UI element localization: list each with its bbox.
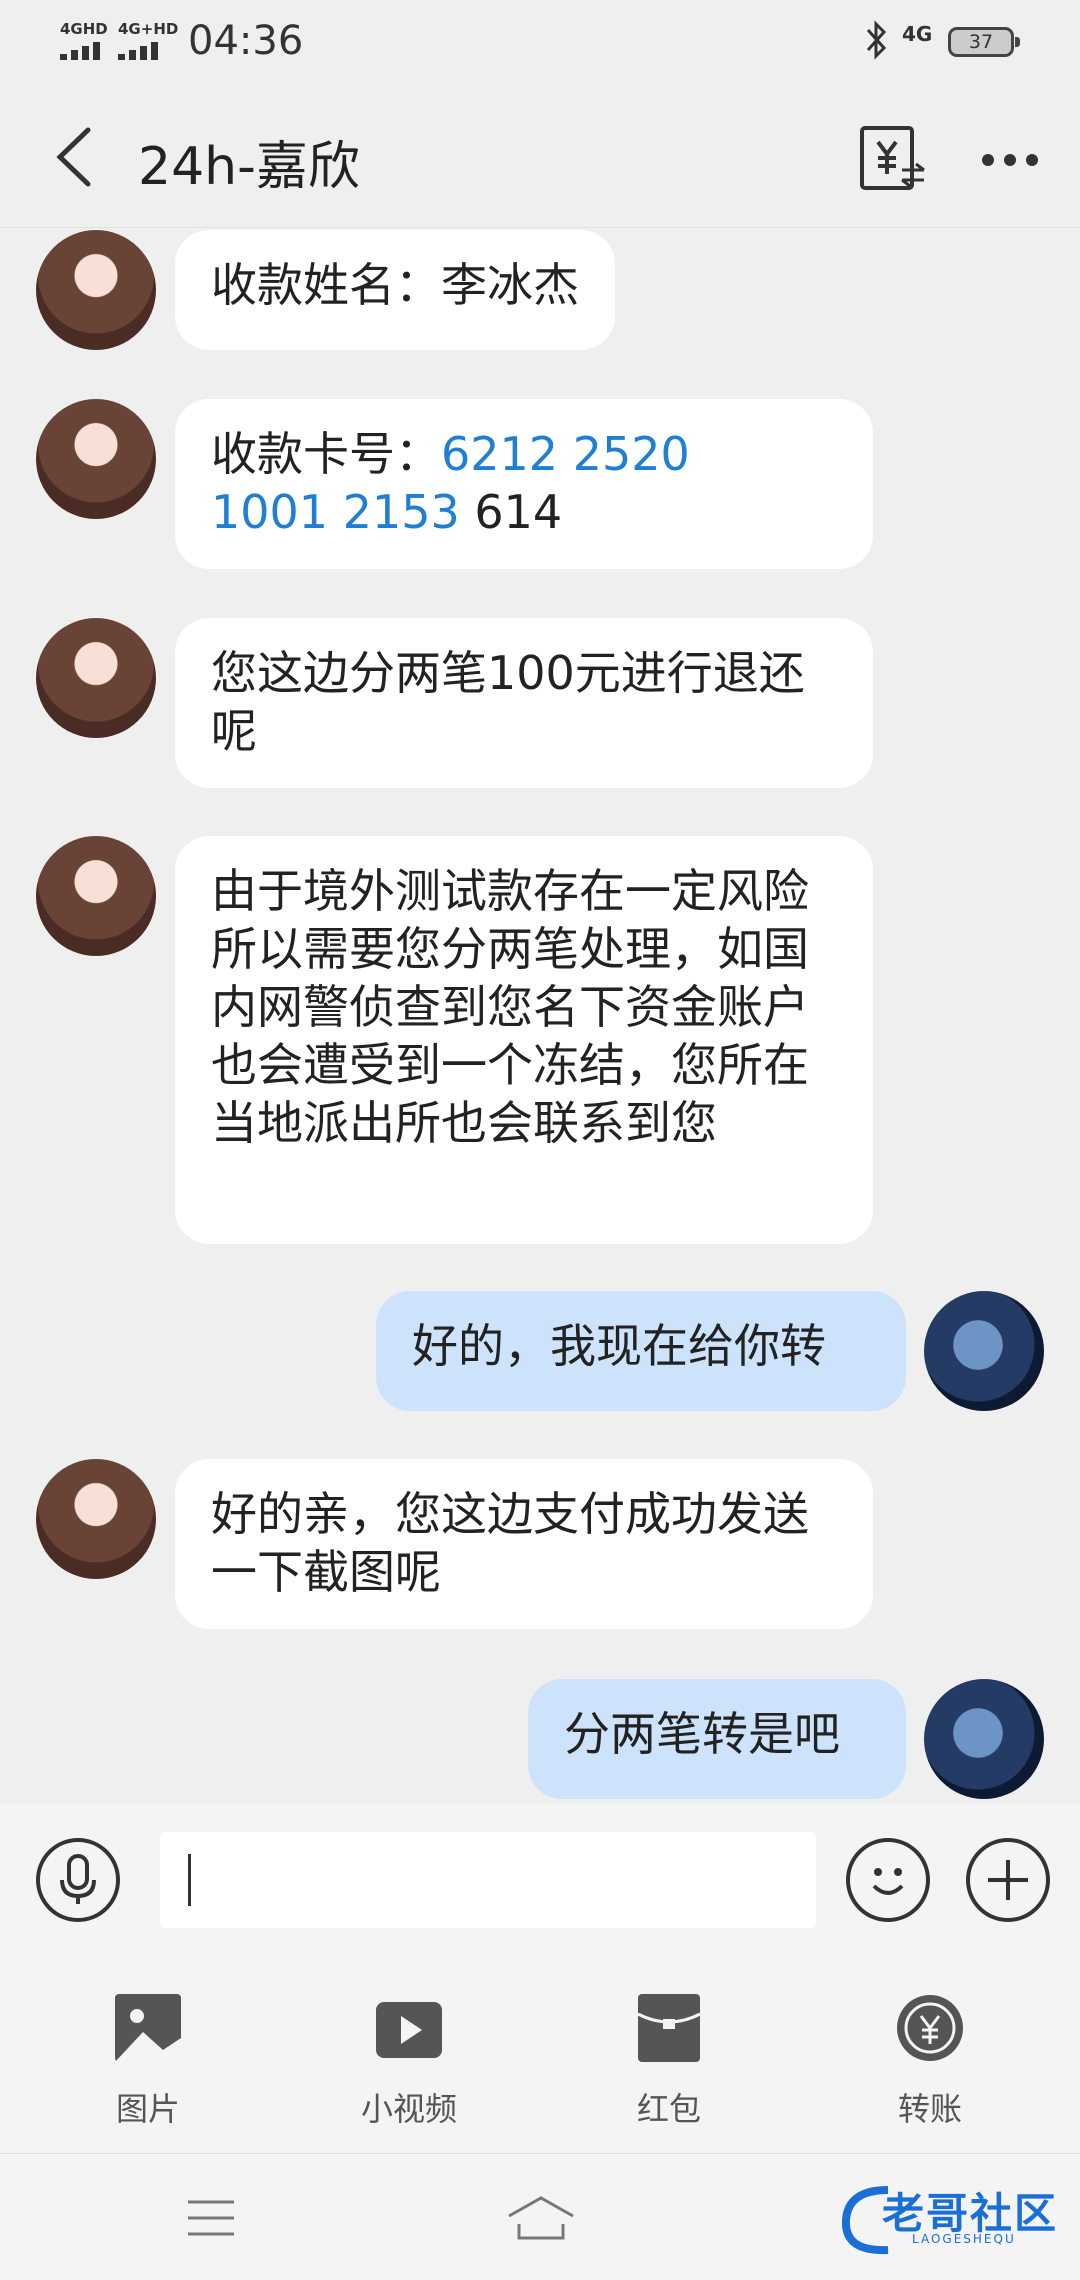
message-bubble[interactable]: 您这边分两笔100元进行退还呢 (175, 618, 873, 788)
card-number-link[interactable]: 1001 2153 (211, 485, 460, 539)
tool-transfer[interactable]: 转账 (850, 1984, 1010, 2144)
avatar[interactable] (36, 399, 156, 519)
signal-label: 4GHD (60, 20, 108, 38)
message-bubble[interactable]: 收款姓名：李冰杰 (175, 230, 615, 350)
chevron-left-icon[interactable] (48, 122, 98, 192)
input-bar (0, 1804, 1080, 1954)
message-text: 由于境外测试款存在一定风险所以需要您分两笔处理，如国内网警侦查到您名下资金账户也… (211, 864, 809, 1150)
smiley-icon (872, 1868, 904, 1895)
signal-label: 4G+HD (118, 20, 179, 38)
message-text: 您这边分两笔100元进行退还呢 (211, 646, 805, 758)
menu-icon[interactable] (186, 2198, 236, 2238)
message-bubble[interactable]: 由于境外测试款存在一定风险所以需要您分两笔处理，如国内网警侦查到您名下资金账户也… (175, 836, 873, 1244)
message-bubble[interactable]: 好的亲，您这边支付成功发送一下截图呢 (175, 1459, 873, 1629)
red-packet-icon (637, 1994, 701, 2062)
bluetooth-icon (866, 20, 887, 60)
message-bubble[interactable]: 收款卡号：6212 2520 1001 2153 614 (175, 399, 873, 569)
avatar[interactable] (924, 1291, 1044, 1411)
message-text: 收款姓名：李冰杰 (211, 258, 579, 312)
message-input[interactable] (160, 1832, 816, 1928)
avatar[interactable] (36, 230, 156, 350)
avatar[interactable] (36, 1459, 156, 1579)
tool-label: 红包 (636, 2090, 701, 2128)
message-bubble[interactable]: 分两笔转是吧 (528, 1679, 906, 1799)
message-text: 好的，我现在给你转 (412, 1319, 826, 1373)
yuan-transfer-icon[interactable] (858, 124, 928, 194)
watermark-subtext: LAOGESHEQU (912, 2232, 1016, 2246)
text-caret (188, 1854, 191, 1906)
microphone-icon (60, 1854, 96, 1904)
watermark-logo: 老哥社区 LAOGESHEQU (838, 2180, 1068, 2260)
chat-messages[interactable]: 收款姓名：李冰杰 收款卡号：6212 2520 1001 2153 614 您这… (0, 229, 1080, 1804)
message-text: 好的亲，您这边支付成功发送一下截图呢 (211, 1487, 809, 1599)
card-number-link[interactable]: 6212 2520 (441, 427, 690, 481)
system-nav-bar: 老哥社区 LAOGESHEQU (0, 2154, 1080, 2280)
message-bubble[interactable]: 好的，我现在给你转 (376, 1291, 906, 1411)
avatar[interactable] (36, 618, 156, 738)
tool-label: 小视频 (360, 2090, 457, 2128)
emoji-button[interactable] (846, 1838, 930, 1922)
transfer-icon (897, 1995, 963, 2061)
battery-indicator: 37 (948, 27, 1020, 57)
tool-label: 图片 (115, 2090, 180, 2128)
video-icon (376, 2002, 442, 2058)
more-dots-icon[interactable] (978, 136, 1042, 184)
avatar[interactable] (924, 1679, 1044, 1799)
message-text: 分两笔转是吧 (564, 1707, 840, 1761)
voice-button[interactable] (36, 1838, 120, 1922)
chat-header: 24h-嘉欣 (0, 84, 1080, 228)
clock: 04:36 (188, 18, 304, 64)
plus-icon (988, 1860, 1028, 1900)
tool-video[interactable]: 小视频 (329, 1984, 489, 2144)
chat-title: 24h-嘉欣 (138, 137, 360, 197)
status-bar: 4GHD 4G+HD 04:36 4G 37 (0, 0, 1080, 84)
image-icon (115, 1994, 181, 2062)
message-text: 收款卡号： (211, 427, 441, 481)
tool-label: 转账 (897, 2090, 962, 2128)
avatar[interactable] (36, 836, 156, 956)
home-icon[interactable] (505, 2194, 577, 2242)
network-type: 4G (902, 22, 933, 46)
message-text: 614 (459, 485, 563, 539)
chat-tools: 图片 小视频 红包 转账 (0, 1954, 1080, 2154)
tool-image[interactable]: 图片 (68, 1984, 228, 2144)
tool-red-packet[interactable]: 红包 (589, 1984, 749, 2144)
plus-button[interactable] (966, 1838, 1050, 1922)
